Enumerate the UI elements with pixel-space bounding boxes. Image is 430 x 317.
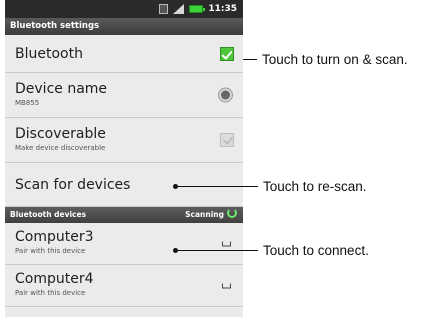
callout-bluetooth: Touch to turn on & scan. bbox=[243, 52, 408, 67]
signal-icon bbox=[173, 4, 185, 14]
devices-section-title: Bluetooth devices bbox=[10, 210, 87, 219]
scan-label: Scan for devices bbox=[15, 176, 131, 193]
callout-line bbox=[178, 249, 258, 252]
bluetooth-checkbox[interactable] bbox=[220, 46, 234, 61]
device-subtitle: Pair with this device bbox=[15, 289, 86, 297]
callout-line bbox=[243, 58, 257, 61]
callout-device-text: Touch to connect. bbox=[263, 243, 369, 258]
callout-line bbox=[178, 185, 258, 188]
bluetooth-devices-header: Bluetooth devices Scanning bbox=[5, 207, 243, 223]
scanning-status: Scanning bbox=[185, 207, 237, 223]
bluetooth-toggle-row[interactable]: Bluetooth bbox=[5, 35, 243, 73]
device-name-value: MB855 bbox=[15, 99, 40, 107]
sim-icon bbox=[159, 4, 169, 14]
battery-icon bbox=[189, 5, 206, 13]
callout-scan-text: Touch to re-scan. bbox=[263, 179, 367, 194]
device-name-edit-icon[interactable] bbox=[218, 87, 233, 103]
device-name: Computer4 bbox=[15, 271, 94, 287]
device-name-row[interactable]: Device name MB855 bbox=[5, 73, 243, 118]
bluetooth-label: Bluetooth bbox=[15, 45, 83, 62]
callout-scan: Touch to re-scan. bbox=[173, 179, 367, 194]
device-row-computer4[interactable]: Computer4 Pair with this device bbox=[5, 265, 243, 307]
discoverable-label: Discoverable bbox=[15, 126, 106, 142]
callout-bluetooth-text: Touch to turn on & scan. bbox=[262, 52, 408, 67]
screen-title: Bluetooth settings bbox=[5, 18, 243, 35]
scanning-spinner-icon bbox=[227, 208, 237, 218]
device-name-label: Device name bbox=[15, 81, 108, 97]
status-time: 11:35 bbox=[208, 4, 237, 14]
discoverable-subtitle: Make device discoverable bbox=[15, 144, 106, 152]
computer-icon bbox=[222, 283, 231, 288]
status-bar: 11:35 bbox=[5, 0, 243, 18]
callout-device: Touch to connect. bbox=[173, 243, 369, 258]
discoverable-checkbox[interactable] bbox=[220, 133, 234, 147]
discoverable-row[interactable]: Discoverable Make device discoverable bbox=[5, 118, 243, 163]
phone-screen: 11:35 Bluetooth settings Bluetooth Devic… bbox=[5, 0, 243, 317]
